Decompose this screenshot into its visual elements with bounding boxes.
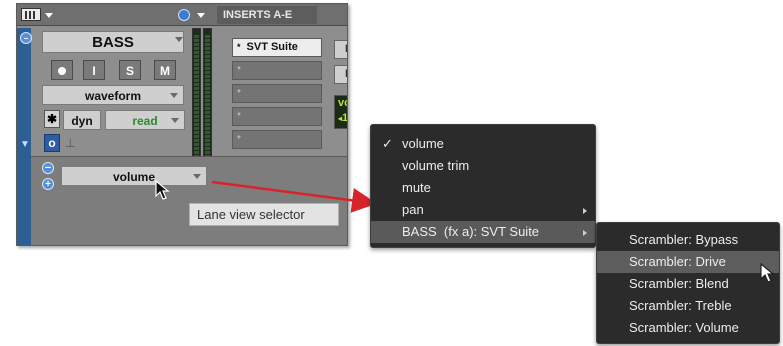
- menu-item-label: volume: [402, 136, 444, 151]
- menu-item-pan[interactable]: pan: [371, 199, 595, 221]
- menu-item-mute[interactable]: mute: [371, 177, 595, 199]
- menu-item-bass-fx-a[interactable]: BASS (fx a): SVT Suite: [371, 221, 595, 243]
- menu-item-volume[interactable]: ✓ volume: [371, 133, 595, 155]
- submenu-item-label: Scrambler: Drive: [629, 254, 726, 269]
- menu-item-label: BASS (fx a): SVT Suite: [402, 224, 540, 239]
- menu-item-label: pan: [402, 202, 424, 217]
- submenu-item-label: Scrambler: Bypass: [629, 232, 739, 247]
- submenu-item-treble[interactable]: Scrambler: Treble: [597, 295, 779, 317]
- checkmark-icon: ✓: [382, 136, 393, 151]
- lane-view-menu: ✓ volume volume trim mute pan BASS (fx a…: [370, 124, 596, 248]
- submenu-item-label: Scrambler: Treble: [629, 298, 732, 313]
- menu-item-volume-trim[interactable]: volume trim: [371, 155, 595, 177]
- cursor-arrow-icon: [760, 263, 775, 283]
- submenu-arrow-icon: [583, 230, 587, 236]
- plugin-parameter-submenu: Scrambler: Bypass Scrambler: Drive Scram…: [596, 222, 780, 344]
- submenu-item-label: Scrambler: Blend: [629, 276, 729, 291]
- menu-item-label: volume trim: [402, 158, 470, 173]
- submenu-item-bypass[interactable]: Scrambler: Bypass: [597, 229, 779, 251]
- submenu-item-label: Scrambler: Volume: [629, 320, 739, 335]
- submenu-item-blend[interactable]: Scrambler: Blend: [597, 273, 779, 295]
- submenu-item-drive[interactable]: Scrambler: Drive: [597, 251, 779, 273]
- submenu-arrow-icon: [583, 208, 587, 214]
- submenu-item-volume[interactable]: Scrambler: Volume: [597, 317, 779, 339]
- menu-item-label: mute: [402, 180, 431, 195]
